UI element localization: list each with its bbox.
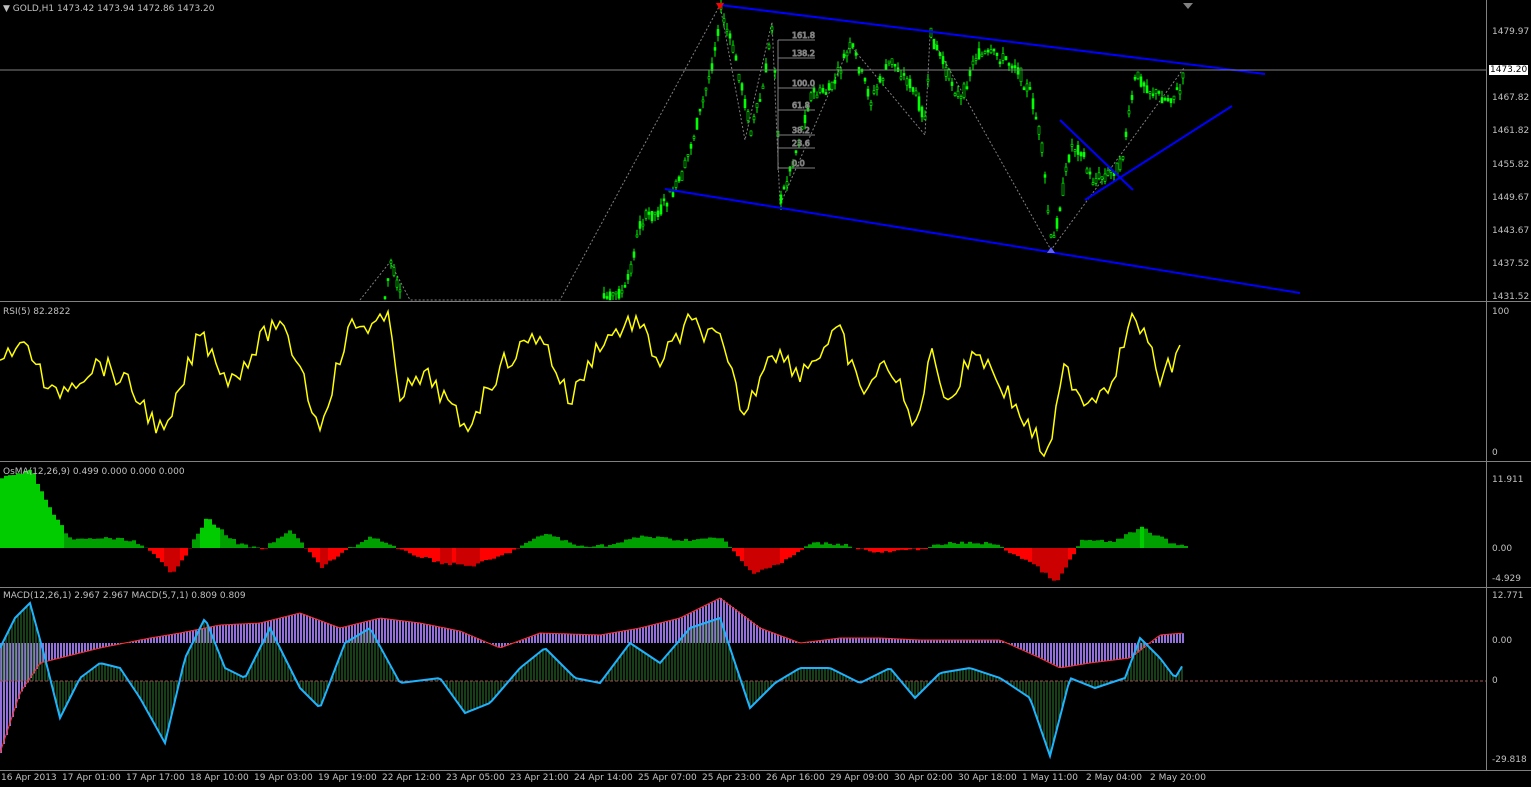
- svg-text:138.2: 138.2: [792, 49, 815, 58]
- time-tick: 24 Apr 14:00: [574, 773, 633, 783]
- current-price-badge: 1473.20: [1489, 65, 1529, 75]
- price-tick-7: 1437.52: [1492, 259, 1530, 269]
- time-tick: 26 Apr 16:00: [766, 773, 825, 783]
- time-tick: 17 Apr 01:00: [62, 773, 121, 783]
- dropdown-arrow-icon[interactable]: ▼: [3, 4, 10, 14]
- time-tick: 30 Apr 18:00: [958, 773, 1017, 783]
- price-tick-4: 1455.82: [1492, 160, 1530, 170]
- rsi-axis-bottom: 0: [1492, 448, 1498, 458]
- rsi-axis-top: 100: [1492, 307, 1510, 317]
- rsi-title: RSI(5) 82.2822: [3, 307, 71, 317]
- svg-text:61.8: 61.8: [792, 101, 810, 110]
- bottom-marker-icon: [1047, 247, 1055, 253]
- price-tick-5: 1449.67: [1492, 193, 1530, 203]
- osma-pane[interactable]: OsMA(12,26,9) 0.499 0.000 0.000 0.000: [0, 462, 1486, 586]
- price-tick-1: 1479.97: [1492, 27, 1530, 37]
- osma-svg: [0, 469, 1188, 581]
- macd-axis-zero1: 0.00: [1492, 636, 1513, 646]
- top-marker-icon: [716, 3, 724, 10]
- time-tick: 23 Apr 05:00: [446, 773, 505, 783]
- macd-axis-bottom: -29.818: [1492, 755, 1527, 765]
- axis-separator: [1486, 0, 1487, 770]
- symbol-label: GOLD,H1: [12, 4, 55, 14]
- osma-axis-zero: 0.00: [1492, 544, 1513, 554]
- macd-title: MACD(12,26,1) 2.967 2.967 MACD(5,7,1) 0.…: [3, 591, 246, 601]
- time-tick: 30 Apr 02:00: [894, 773, 953, 783]
- time-tick: 29 Apr 09:00: [830, 773, 889, 783]
- ohlc-values: 1473.42 1473.94 1472.86 1473.20: [57, 4, 215, 14]
- svg-text:23.6: 23.6: [792, 139, 810, 148]
- osma-axis-top: 11.911: [1492, 475, 1524, 485]
- rsi-svg: [0, 308, 1181, 458]
- time-tick: 1 May 11:00: [1022, 773, 1078, 783]
- time-tick: 16 Apr 2013: [1, 773, 57, 783]
- chart-title-row: ▼ GOLD,H1 1473.42 1473.94 1472.86 1473.2…: [3, 4, 214, 14]
- price-tick-3: 1461.82: [1492, 126, 1530, 136]
- rsi-pane[interactable]: RSI(5) 82.2822: [0, 302, 1486, 460]
- svg-text:0.0: 0.0: [792, 159, 805, 168]
- macd-axis-top: 12.771: [1492, 591, 1524, 601]
- trend-support-line: [1084, 105, 1233, 201]
- rsi-axis: 100 0: [1486, 302, 1531, 460]
- macd-axis: 12.771 0.00 0 -29.818: [1486, 588, 1531, 770]
- osma-axis: 11.911 0.00 -4.929: [1486, 462, 1531, 586]
- osma-title: OsMA(12,26,9) 0.499 0.000 0.000 0.000: [3, 467, 185, 477]
- time-tick: 2 May 04:00: [1086, 773, 1142, 783]
- scroll-marker-icon: [1183, 3, 1193, 9]
- macd-axis-zero2: 0: [1492, 676, 1498, 686]
- svg-text:100.0: 100.0: [792, 79, 815, 88]
- svg-text:161.8: 161.8: [792, 31, 815, 40]
- osma-axis-bottom: -4.929: [1492, 574, 1522, 584]
- time-tick: 23 Apr 21:00: [510, 773, 569, 783]
- time-tick: 25 Apr 23:00: [702, 773, 761, 783]
- price-axis: 1479.97 1467.82 1461.82 1455.82 1449.67 …: [1486, 0, 1531, 302]
- time-axis: 16 Apr 2013 17 Apr 01:00 17 Apr 17:00 18…: [0, 771, 1531, 787]
- macd-svg: [0, 597, 1486, 760]
- time-tick: 19 Apr 19:00: [318, 773, 377, 783]
- time-tick: 25 Apr 07:00: [638, 773, 697, 783]
- time-tick: 17 Apr 17:00: [126, 773, 185, 783]
- price-tick-6: 1443.67: [1492, 226, 1530, 236]
- price-tick-2: 1467.82: [1492, 93, 1530, 103]
- price-chart-pane[interactable]: 161.8 138.2 100.0 61.8 38.2 23.6 0.0 ▼ GOLD,H1…: [0, 0, 1486, 301]
- time-tick: 18 Apr 10:00: [190, 773, 249, 783]
- macd-pane[interactable]: MACD(12,26,1) 2.967 2.967 MACD(5,7,1) 0.…: [0, 588, 1486, 770]
- time-tick: 19 Apr 03:00: [254, 773, 313, 783]
- time-tick: 2 May 20:00: [1150, 773, 1206, 783]
- svg-text:38.2: 38.2: [792, 126, 810, 135]
- channel-lower-line: [664, 188, 1301, 294]
- price-chart-svg: 161.8 138.2 100.0 61.8 38.2 23.6 0.0: [0, 0, 1486, 301]
- time-tick: 22 Apr 12:00: [382, 773, 441, 783]
